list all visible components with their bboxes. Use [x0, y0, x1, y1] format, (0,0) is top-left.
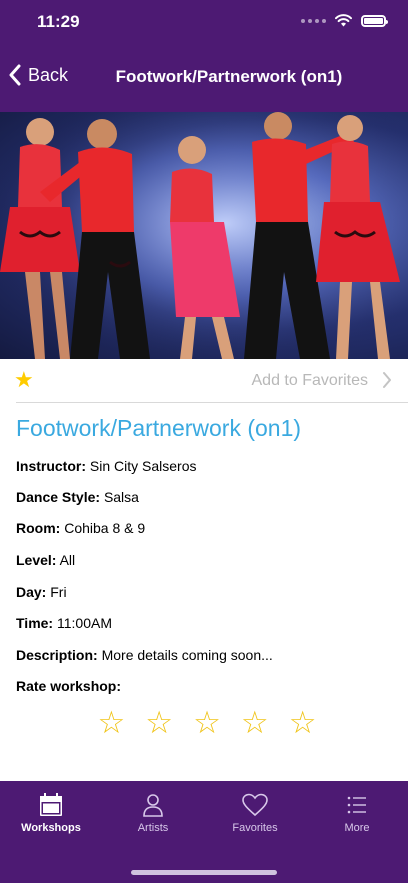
cellular-signal-icon [301, 18, 326, 23]
rate-workshop-label: Rate workshop: [16, 678, 122, 694]
workshop-title: Footwork/Partnerwork (on1) [16, 415, 302, 441]
dancers-illustration [0, 112, 408, 359]
tab-bar: Workshops Artists Favorites More [0, 781, 408, 883]
page-title: Footwork/Partnerwork (on1) [115, 67, 343, 86]
detail-value: Fri [50, 584, 67, 600]
heart-icon [242, 793, 268, 817]
tab-more[interactable]: More [307, 793, 407, 834]
tab-artists[interactable]: Artists [103, 793, 203, 834]
tab-label: More [344, 822, 370, 834]
rating-star-1-icon[interactable]: ☆ [98, 706, 126, 740]
home-indicator[interactable] [131, 870, 277, 875]
detail-level: Level: All [16, 552, 75, 568]
detail-value: More details coming soon... [101, 647, 273, 663]
favorite-star-icon: ★ [14, 367, 34, 392]
detail-label: Day: [16, 584, 47, 600]
detail-room: Room: Cohiba 8 & 9 [16, 520, 145, 536]
wifi-icon [335, 14, 352, 27]
rating-stars: ☆ ☆ ☆ ☆ ☆ [0, 706, 408, 740]
detail-description: Description: More details coming soon... [16, 647, 273, 663]
rating-star-2-icon[interactable]: ☆ [145, 706, 173, 740]
calendar-icon [40, 793, 62, 816]
divider [16, 402, 408, 403]
status-icons [301, 14, 388, 27]
tab-favorites[interactable]: Favorites [205, 793, 305, 834]
add-to-favorites-label: Add to Favorites [251, 372, 369, 389]
detail-day: Day: Fri [16, 584, 67, 600]
detail-label: Level: [16, 552, 57, 568]
detail-label: Instructor: [16, 458, 86, 474]
detail-value: Salsa [103, 489, 139, 505]
detail-label: Dance Style: [16, 489, 101, 505]
detail-value: Sin City Salseros [89, 458, 197, 474]
rating-star-5-icon[interactable]: ☆ [289, 706, 317, 740]
rating-star-4-icon[interactable]: ☆ [241, 706, 269, 740]
chevron-right-icon [383, 372, 391, 388]
tab-label: Favorites [232, 822, 278, 834]
person-icon [143, 794, 163, 817]
battery-icon [361, 14, 388, 27]
detail-label: Room: [16, 520, 61, 536]
detail-dance-style: Dance Style: Salsa [16, 489, 139, 505]
navigation-header: 11:29 Back Footwork/Partnerwork (on1) [0, 0, 408, 112]
detail-time: Time: 11:00AM [16, 615, 112, 631]
detail-value: Cohiba 8 & 9 [64, 520, 146, 536]
detail-value: All [59, 552, 76, 568]
add-to-favorites-row[interactable]: ★ Add to Favorites [0, 359, 408, 403]
status-time: 11:29 [37, 12, 80, 31]
rating-star-3-icon[interactable]: ☆ [193, 706, 221, 740]
list-icon [347, 796, 366, 814]
detail-instructor: Instructor: Sin City Salseros [16, 458, 196, 474]
detail-label: Time: [16, 615, 54, 631]
tab-workshops[interactable]: Workshops [1, 793, 101, 834]
detail-label: Description: [16, 647, 98, 663]
tab-label: Artists [137, 822, 169, 834]
detail-value: 11:00AM [56, 615, 112, 631]
workshop-hero-image [0, 112, 408, 359]
tab-label: Workshops [21, 822, 81, 834]
